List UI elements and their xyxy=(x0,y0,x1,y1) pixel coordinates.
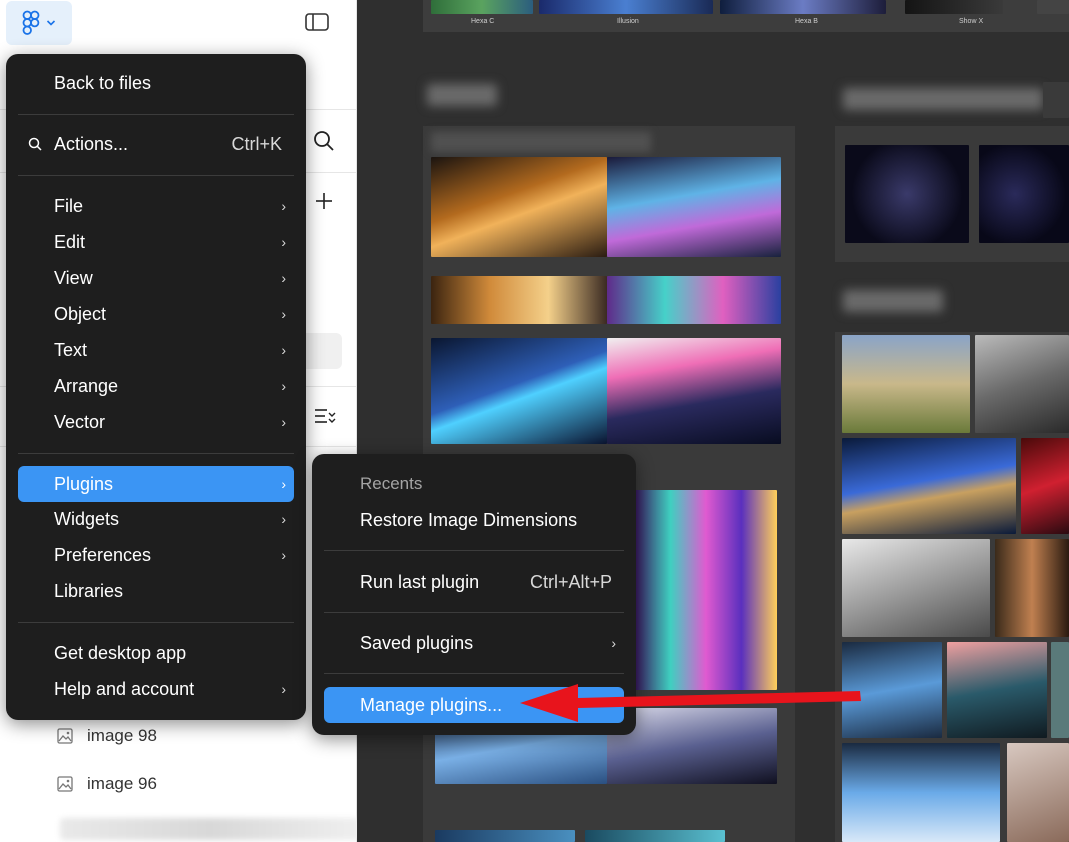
image-icon xyxy=(57,776,73,792)
chevron-right-icon: › xyxy=(281,378,286,394)
menu-item-arrange[interactable]: Arrange › xyxy=(18,370,294,402)
canvas-image[interactable] xyxy=(435,830,575,842)
canvas-image[interactable] xyxy=(431,276,607,324)
menu-item-back-to-files[interactable]: Back to files xyxy=(18,67,294,99)
menu-item-get-desktop-app[interactable]: Get desktop app xyxy=(18,637,294,669)
chevron-right-icon: › xyxy=(611,635,616,651)
recents-header: Recents xyxy=(360,474,423,493)
canvas-image[interactable] xyxy=(539,0,713,14)
menu-item-object[interactable]: Object › xyxy=(18,298,294,330)
menu-item-vector[interactable]: Vector › xyxy=(18,406,294,438)
menu-item-view[interactable]: View › xyxy=(18,262,294,294)
canvas-image[interactable] xyxy=(431,0,533,14)
canvas-image[interactable] xyxy=(842,743,1000,842)
figma-logo-icon xyxy=(22,10,40,35)
plus-icon[interactable] xyxy=(314,191,334,211)
menu-item-plugins[interactable]: Plugins › xyxy=(18,466,294,502)
menu-separator xyxy=(324,612,624,613)
canvas-image[interactable] xyxy=(947,642,1047,738)
menu-item-saved-plugins[interactable]: Saved plugins › xyxy=(324,627,624,659)
canvas-label: Illusion xyxy=(617,18,639,25)
canvas-label: Show X xyxy=(959,18,984,25)
canvas-image[interactable] xyxy=(585,830,725,842)
canvas-image[interactable] xyxy=(845,145,969,243)
frame-title-fragment xyxy=(1043,82,1069,118)
chevron-right-icon: › xyxy=(281,511,286,527)
chevron-down-icon xyxy=(46,20,56,26)
layer-name: image 98 xyxy=(87,726,157,745)
menu-item-widgets[interactable]: Widgets › xyxy=(18,503,294,535)
menu-item-libraries[interactable]: Libraries xyxy=(18,575,294,607)
menu-item-edit[interactable]: Edit › xyxy=(18,226,294,258)
canvas-image[interactable] xyxy=(905,0,1003,14)
menu-separator xyxy=(18,175,294,176)
sidebar-field[interactable] xyxy=(300,333,342,369)
canvas-image[interactable] xyxy=(842,438,1016,534)
menu-separator xyxy=(18,453,294,454)
menu-item-preferences[interactable]: Preferences › xyxy=(18,539,294,571)
canvas-label: Hexa C xyxy=(471,18,495,25)
chevron-right-icon: › xyxy=(281,414,286,430)
image-icon xyxy=(57,728,73,744)
menu-item-actions[interactable]: Actions... Ctrl+K xyxy=(18,128,294,160)
menu-separator xyxy=(18,622,294,623)
chevron-right-icon: › xyxy=(281,270,286,286)
chevron-right-icon: › xyxy=(281,234,286,250)
canvas-image[interactable] xyxy=(607,338,781,444)
shortcut-label: Ctrl+Alt+P xyxy=(529,571,612,592)
canvas-image[interactable] xyxy=(1051,642,1069,738)
canvas-image[interactable] xyxy=(607,157,781,257)
menu-item-file[interactable]: File › xyxy=(18,190,294,222)
layer-name: image 96 xyxy=(87,774,157,793)
menu-separator xyxy=(18,114,294,115)
annotation-arrow-icon xyxy=(520,684,861,722)
chevron-right-icon: › xyxy=(281,681,286,697)
chevron-right-icon: › xyxy=(281,342,286,358)
canvas-label: Hexa B xyxy=(795,18,818,25)
blurred-frame-title xyxy=(843,88,1043,110)
canvas-image[interactable] xyxy=(720,0,886,14)
menu-separator xyxy=(324,550,624,551)
canvas-image[interactable] xyxy=(607,276,781,324)
chevron-right-icon: › xyxy=(281,306,286,322)
chevron-right-icon: › xyxy=(281,198,286,214)
layer-item[interactable]: image 98 xyxy=(57,724,157,748)
canvas-image[interactable] xyxy=(635,490,777,690)
menu-item-text[interactable]: Text › xyxy=(18,334,294,366)
canvas-image[interactable] xyxy=(979,145,1069,243)
canvas-image[interactable] xyxy=(995,539,1069,637)
chevron-right-icon: › xyxy=(281,476,286,492)
menu-item-help-and-account[interactable]: Help and account › xyxy=(18,673,294,705)
canvas-image[interactable] xyxy=(1007,743,1069,842)
canvas-image[interactable] xyxy=(842,539,990,637)
chevron-right-icon: › xyxy=(281,547,286,563)
menu-item-run-last-plugin[interactable]: Run last plugin Ctrl+Alt+P xyxy=(324,566,624,598)
blurred-frame-title xyxy=(843,290,943,312)
main-menu-button[interactable] xyxy=(6,1,72,45)
menu-item-restore-image-dimensions[interactable]: Restore Image Dimensions xyxy=(324,504,624,536)
sidebar-toggle-icon[interactable] xyxy=(305,12,329,32)
canvas-image[interactable] xyxy=(975,335,1069,433)
canvas-image[interactable] xyxy=(1021,438,1069,534)
canvas-image[interactable] xyxy=(842,335,970,433)
canvas-image[interactable] xyxy=(431,157,607,257)
search-icon xyxy=(28,137,42,151)
canvas-image[interactable] xyxy=(1037,0,1069,14)
main-menu: Back to files Actions... Ctrl+K File › Ed… xyxy=(6,54,306,720)
blurred-caption xyxy=(431,132,651,152)
shortcut-label: Ctrl+K xyxy=(231,133,282,154)
blurred-frame-title xyxy=(427,84,497,106)
canvas-image[interactable] xyxy=(431,338,607,444)
layer-item[interactable]: image 96 xyxy=(57,772,157,796)
list-options-icon[interactable] xyxy=(314,407,336,427)
blurred-layer-item xyxy=(60,818,360,840)
search-icon[interactable] xyxy=(313,130,335,152)
